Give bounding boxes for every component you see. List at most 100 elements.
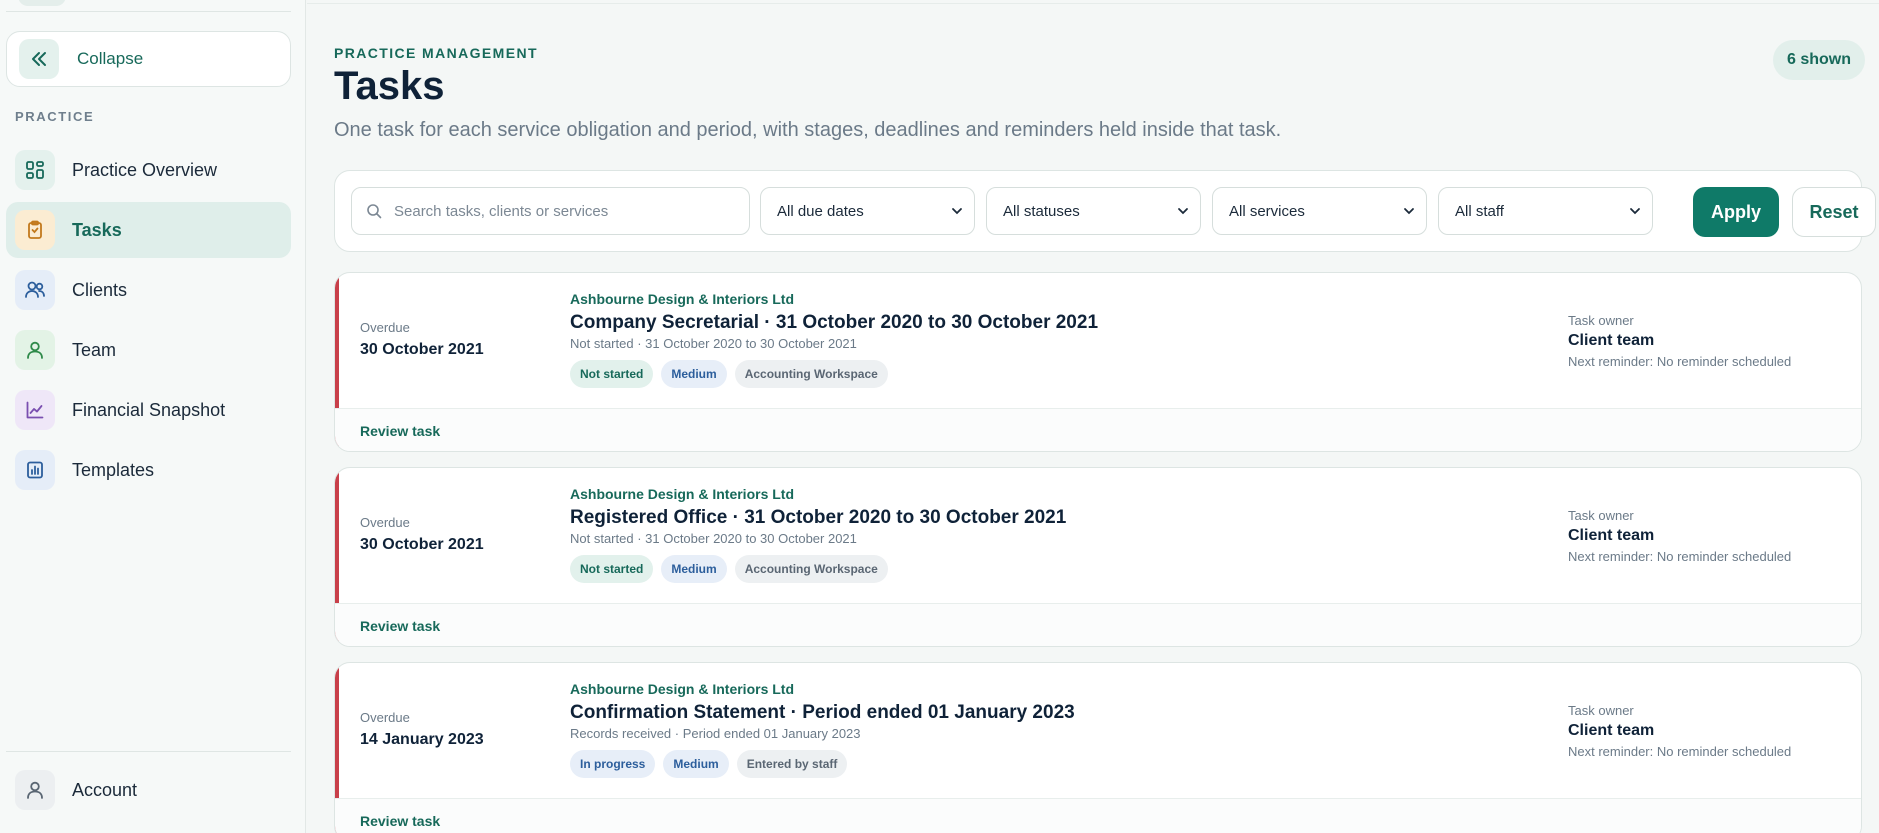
owner-label: Task owner: [1568, 703, 1634, 718]
sidebar-item-label: Clients: [72, 279, 128, 300]
header-divider: [307, 3, 1879, 4]
owner-label: Task owner: [1568, 508, 1634, 523]
user-icon: [15, 330, 55, 370]
main-content: PRACTICE MANAGEMENT Tasks One task for e…: [307, 0, 1879, 833]
due-date: 14 January 2023: [360, 731, 484, 748]
sidebar-item-label: Financial Snapshot: [72, 399, 226, 420]
sidebar-item-label: Tasks: [72, 219, 122, 240]
task-title: Confirmation Statement · Period ended 01…: [570, 702, 1075, 723]
owner-label: Task owner: [1568, 313, 1634, 328]
status-select[interactable]: All statuses: [986, 187, 1201, 235]
client-name[interactable]: Ashbourne Design & Interiors Ltd: [570, 681, 794, 697]
review-task-link[interactable]: Review task: [360, 423, 440, 439]
apply-button[interactable]: Apply: [1693, 187, 1779, 237]
source-badge: Entered by staff: [736, 750, 848, 778]
task-tags: In progress Medium Entered by staff: [570, 750, 848, 778]
page-eyebrow: PRACTICE MANAGEMENT: [334, 45, 538, 61]
sidebar: Collapse PRACTICE Practice Overview Task…: [0, 0, 306, 833]
review-task-link[interactable]: Review task: [360, 618, 440, 634]
review-task-link[interactable]: Review task: [360, 813, 440, 829]
task-meta: Not started · 31 October 2020 to 30 Octo…: [570, 531, 857, 546]
clipboard-icon: [15, 210, 55, 250]
owner-name: Client team: [1568, 527, 1655, 544]
count-badge: 6 shown: [1773, 40, 1866, 80]
due-date: 30 October 2021: [360, 341, 484, 358]
sidebar-item-financial-snapshot[interactable]: Financial Snapshot: [6, 382, 291, 438]
task-card: Overdue 30 October 2021 Ashbourne Design…: [334, 272, 1862, 452]
task-meta: Records received · Period ended 01 Janua…: [570, 726, 861, 741]
sidebar-item-team[interactable]: Team: [6, 322, 291, 378]
service-select[interactable]: All services: [1212, 187, 1427, 235]
due-date-select[interactable]: All due dates: [760, 187, 975, 235]
sidebar-item-account[interactable]: Account: [6, 762, 291, 818]
sidebar-section-title: PRACTICE: [15, 109, 95, 124]
priority-badge: Medium: [661, 555, 727, 583]
sidebar-item-templates[interactable]: Templates: [6, 442, 291, 498]
account-icon: [15, 770, 55, 810]
search-field[interactable]: [351, 187, 750, 235]
task-card: Overdue 30 October 2021 Ashbourne Design…: [334, 467, 1862, 647]
client-name[interactable]: Ashbourne Design & Interiors Ltd: [570, 486, 794, 502]
dashboard-icon: [15, 150, 55, 190]
next-reminder: Next reminder: No reminder scheduled: [1568, 549, 1792, 564]
next-reminder: Next reminder: No reminder scheduled: [1568, 744, 1792, 759]
chevron-down-icon: [1402, 204, 1416, 218]
due-date: 30 October 2021: [360, 536, 484, 553]
select-value: All due dates: [777, 202, 864, 220]
users-icon: [15, 270, 55, 310]
sidebar-item-label: Team: [72, 339, 117, 360]
due-status: Overdue: [360, 515, 410, 530]
sidebar-divider-bottom: [6, 751, 291, 752]
select-value: All services: [1229, 202, 1305, 220]
reset-button[interactable]: Reset: [1792, 187, 1876, 237]
sidebar-item-tasks[interactable]: Tasks: [6, 202, 291, 258]
page-subtitle: One task for each service obligation and…: [334, 119, 1282, 141]
chevron-down-icon: [950, 204, 964, 218]
source-badge: Accounting Workspace: [734, 360, 888, 388]
sidebar-divider-top: [6, 11, 291, 12]
task-card-footer: Review task: [335, 603, 1861, 646]
account-label: Account: [72, 779, 138, 800]
next-reminder: Next reminder: No reminder scheduled: [1568, 354, 1792, 369]
line-chart-icon: [15, 390, 55, 430]
collapse-label: Collapse: [77, 49, 144, 68]
sidebar-nav: Practice Overview Tasks Clients Team Fin…: [6, 142, 291, 502]
task-title: Company Secretarial · 31 October 2020 to…: [570, 312, 1099, 333]
owner-name: Client team: [1568, 332, 1655, 349]
logo-fragment: [18, 0, 66, 6]
priority-badge: Medium: [663, 750, 729, 778]
collapse-button[interactable]: Collapse: [6, 31, 291, 87]
status-badge: Not started: [570, 360, 654, 388]
due-status: Overdue: [360, 320, 410, 335]
client-name[interactable]: Ashbourne Design & Interiors Ltd: [570, 291, 794, 307]
search-input[interactable]: [394, 202, 734, 220]
select-value: All statuses: [1003, 202, 1080, 220]
page-title: Tasks: [334, 64, 445, 108]
staff-select[interactable]: All staff: [1438, 187, 1653, 235]
sidebar-item-clients[interactable]: Clients: [6, 262, 291, 318]
task-meta: Not started · 31 October 2020 to 30 Octo…: [570, 336, 857, 351]
due-status: Overdue: [360, 710, 410, 725]
priority-badge: Medium: [661, 360, 727, 388]
owner-name: Client team: [1568, 722, 1655, 739]
filter-bar: All due dates All statuses All services …: [334, 170, 1876, 252]
task-tags: Not started Medium Accounting Workspace: [570, 555, 888, 583]
chevron-down-icon: [1628, 204, 1642, 218]
status-badge: Not started: [570, 555, 654, 583]
sidebar-item-practice-overview[interactable]: Practice Overview: [6, 142, 291, 198]
select-value: All staff: [1455, 202, 1504, 220]
source-badge: Accounting Workspace: [734, 555, 888, 583]
sidebar-item-label: Practice Overview: [72, 159, 218, 180]
sidebar-item-label: Templates: [72, 459, 155, 480]
chevron-down-icon: [1176, 204, 1190, 218]
task-card: Overdue 14 January 2023 Ashbourne Design…: [334, 662, 1862, 833]
task-tags: Not started Medium Accounting Workspace: [570, 360, 888, 388]
task-card-footer: Review task: [335, 408, 1861, 451]
bar-chart-icon: [15, 450, 55, 490]
task-card-footer: Review task: [335, 798, 1861, 833]
task-list: Overdue 30 October 2021 Ashbourne Design…: [334, 272, 1862, 833]
double-chevron-left-icon: [19, 39, 59, 79]
task-title: Registered Office · 31 October 2020 to 3…: [570, 507, 1067, 528]
search-icon: [366, 203, 382, 219]
status-badge: In progress: [570, 750, 656, 778]
